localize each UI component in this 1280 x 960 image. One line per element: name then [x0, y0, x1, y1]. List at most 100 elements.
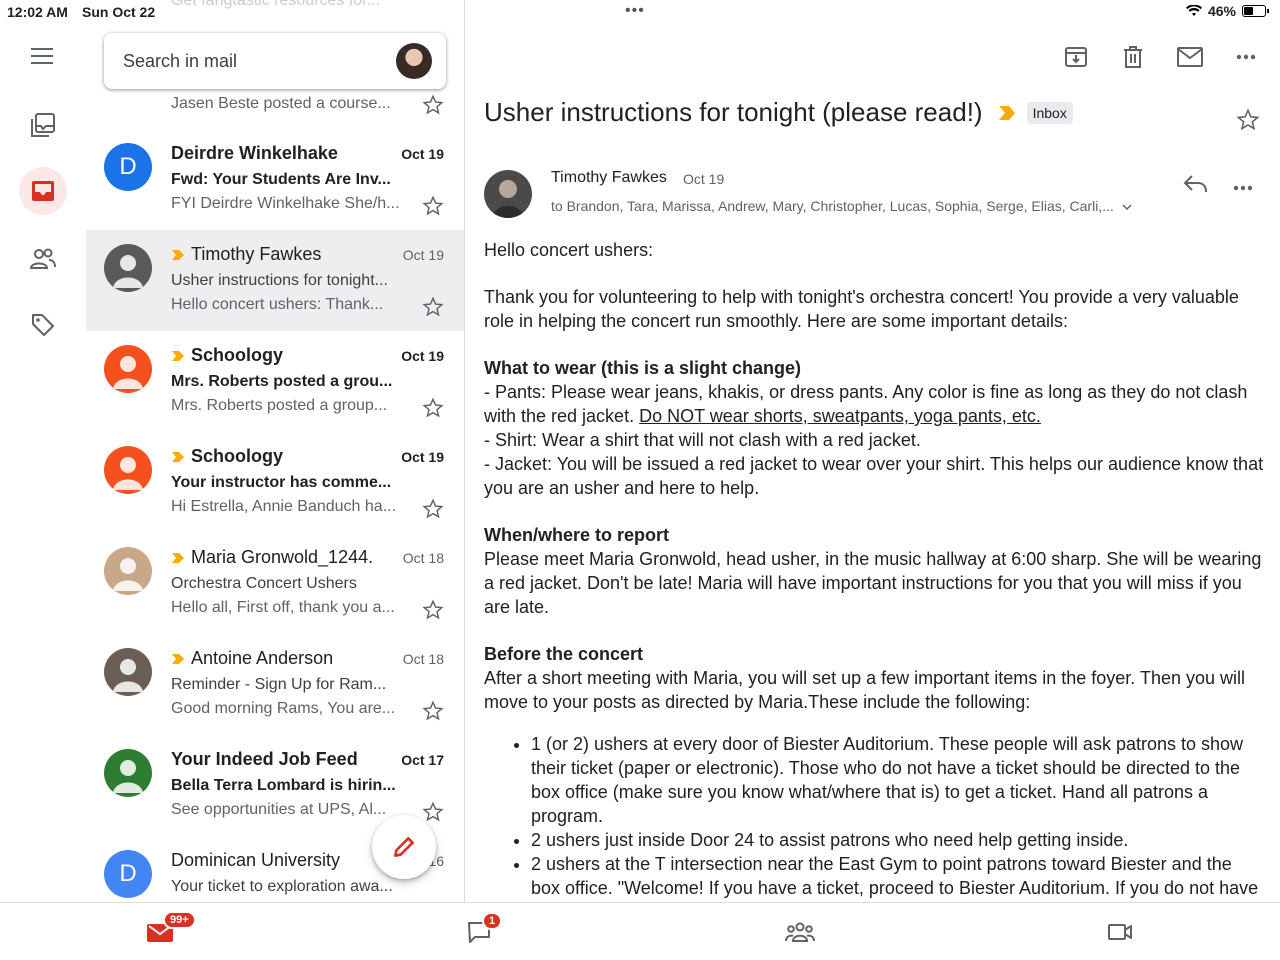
mail-snippet: Hello all, First off, thank you a...: [171, 599, 395, 616]
important-marker-icon: [172, 653, 184, 664]
mail-row[interactable]: Schoology Oct 19 Mrs. Roberts posted a gro…: [86, 331, 464, 432]
sender-avatar[interactable]: [104, 648, 152, 696]
list-item: 1 (or 2) ushers at every door of Biester…: [531, 732, 1264, 828]
sender-name: Dominican University: [171, 850, 341, 870]
delete-button[interactable]: [1118, 42, 1148, 72]
star-icon[interactable]: [422, 397, 444, 419]
inbox-label-chip[interactable]: Inbox: [1026, 101, 1073, 124]
mail-date: Oct 17: [401, 752, 444, 768]
all-inboxes-button[interactable]: [19, 101, 67, 149]
search-input[interactable]: Search in mail: [123, 51, 237, 72]
sender-avatar[interactable]: [104, 547, 152, 595]
message-more-button[interactable]: [1233, 178, 1253, 196]
mail-row[interactable]: Maria Gronwold_1244. Oct 18 Orchestra Conc…: [86, 533, 464, 634]
important-marker-icon[interactable]: [997, 103, 1017, 123]
spaces-tab[interactable]: [783, 917, 817, 947]
mail-row[interactable]: Antoine Anderson Oct 18 Reminder - Sign Up…: [86, 634, 464, 735]
mail-row[interactable]: Timothy Fawkes Oct 19 Usher instructions f…: [86, 230, 464, 331]
sender-name: Schoology: [191, 345, 284, 365]
bottom-nav: 99+ 1: [0, 902, 1280, 960]
sender-line: Timothy Fawkes: [171, 244, 391, 265]
reading-pane: Usher instructions for tonight (please r…: [465, 0, 1280, 902]
sender-avatar[interactable]: [104, 244, 152, 292]
greeting: Hello concert ushers:: [484, 240, 654, 260]
star-icon[interactable]: [1236, 108, 1260, 132]
labels-button[interactable]: [19, 301, 67, 349]
more-horizontal-icon: [1236, 54, 1256, 60]
mail-snippet: See opportunities at UPS, Al...: [171, 801, 387, 818]
mail-subject: Usher instructions for tonight...: [171, 272, 388, 289]
sender-avatar[interactable]: D: [104, 850, 152, 898]
mail-row[interactable]: Schoology Oct 19 Your instructor has comme…: [86, 432, 464, 533]
duties-list: 1 (or 2) ushers at every door of Biester…: [531, 732, 1264, 902]
sender-avatar[interactable]: [104, 345, 152, 393]
mail-list-pane: Get fangtastic resources for... Search i…: [86, 0, 464, 902]
mail-date: Oct 19: [401, 146, 444, 162]
intro-paragraph: Thank you for volunteering to help with …: [484, 287, 1239, 331]
recipients-line[interactable]: to Brandon, Tara, Marissa, Andrew, Mary,…: [551, 198, 1132, 214]
mail-snippet: FYI Deirdre Winkelhake She/h...: [171, 195, 400, 212]
envelope-icon: [1177, 47, 1203, 67]
account-avatar[interactable]: [396, 43, 432, 79]
mail-subject: Mrs. Roberts posted a grou...: [171, 373, 393, 390]
spaces-icon: [785, 922, 815, 942]
sender-line: Antoine Anderson: [171, 648, 391, 669]
sender-line: Maria Gronwold_1244.: [171, 547, 391, 568]
chat-tab[interactable]: 1: [463, 912, 503, 947]
mail-date: Oct 18: [402, 651, 444, 667]
people-icon: [29, 248, 56, 269]
important-marker-icon: [172, 552, 184, 563]
star-icon[interactable]: [422, 599, 444, 621]
report-text: Please meet Maria Gronwold, head usher, …: [484, 549, 1262, 617]
sender-avatar[interactable]: [104, 446, 152, 494]
mark-unread-button[interactable]: [1175, 42, 1205, 72]
mail-subject: Your ticket to exploration awa...: [171, 878, 393, 895]
chevron-down-icon: [1122, 204, 1132, 211]
video-camera-icon: [1108, 924, 1132, 940]
mail-tab[interactable]: 99+: [143, 911, 196, 947]
report-heading: When/where to report: [484, 525, 670, 545]
search-bar[interactable]: Search in mail: [104, 33, 446, 89]
important-marker-icon: [172, 451, 184, 462]
wear-heading: What to wear (this is a slight change): [484, 358, 802, 378]
subject-row: Usher instructions for tonight (please r…: [484, 97, 1073, 128]
star-icon[interactable]: [422, 296, 444, 318]
archive-button[interactable]: [1061, 42, 1091, 72]
mail-date: Oct 19: [401, 449, 444, 465]
sender-name: Timothy Fawkes: [191, 244, 322, 264]
mail-snippet: Good morning Rams, You are...: [171, 700, 396, 717]
star-icon[interactable]: [422, 195, 444, 217]
mail-date: Oct 19: [402, 247, 444, 263]
star-icon[interactable]: [422, 94, 444, 116]
sender-avatar[interactable]: [104, 749, 152, 797]
mail-subject: Reminder - Sign Up for Ram...: [171, 676, 387, 693]
meet-tab[interactable]: [1103, 917, 1137, 947]
more-options-button[interactable]: [1231, 42, 1261, 72]
before-text: After a short meeting with Maria, you wi…: [484, 668, 1246, 712]
sender-name: Antoine Anderson: [191, 648, 334, 668]
sender-line: Schoology: [171, 446, 391, 467]
mail-subject: Fwd: Your Students Are Inv...: [171, 171, 391, 188]
status-time: 12:02 AM: [7, 4, 68, 20]
sender-avatar[interactable]: D: [104, 143, 152, 191]
mail-badge: 99+: [163, 911, 196, 929]
reply-button[interactable]: [1183, 173, 1209, 200]
mail-subject: Orchestra Concert Ushers: [171, 575, 357, 592]
mail-row[interactable]: D Deirdre Winkelhake Oct 19 Fwd: Your Stude…: [86, 129, 464, 230]
contacts-button[interactable]: [19, 235, 67, 283]
primary-inbox-button[interactable]: [19, 167, 67, 215]
sender-avatar[interactable]: [484, 170, 532, 218]
mail-date: Oct 19: [401, 348, 444, 364]
list-item: 2 ushers at the T intersection near the …: [531, 852, 1264, 902]
star-icon[interactable]: [422, 801, 444, 823]
star-icon[interactable]: [422, 498, 444, 520]
mail-subject: Bella Terra Lombard is hirin...: [171, 777, 396, 794]
sent-date: Oct 19: [683, 171, 725, 187]
chat-badge: 1: [482, 912, 503, 930]
menu-button[interactable]: [19, 32, 67, 80]
compose-button[interactable]: [372, 815, 436, 879]
star-icon[interactable]: [422, 700, 444, 722]
mail-subject: Your instructor has comme...: [171, 474, 392, 491]
inbox-icon: [32, 181, 54, 201]
sender-name: Deirdre Winkelhake: [171, 143, 338, 163]
